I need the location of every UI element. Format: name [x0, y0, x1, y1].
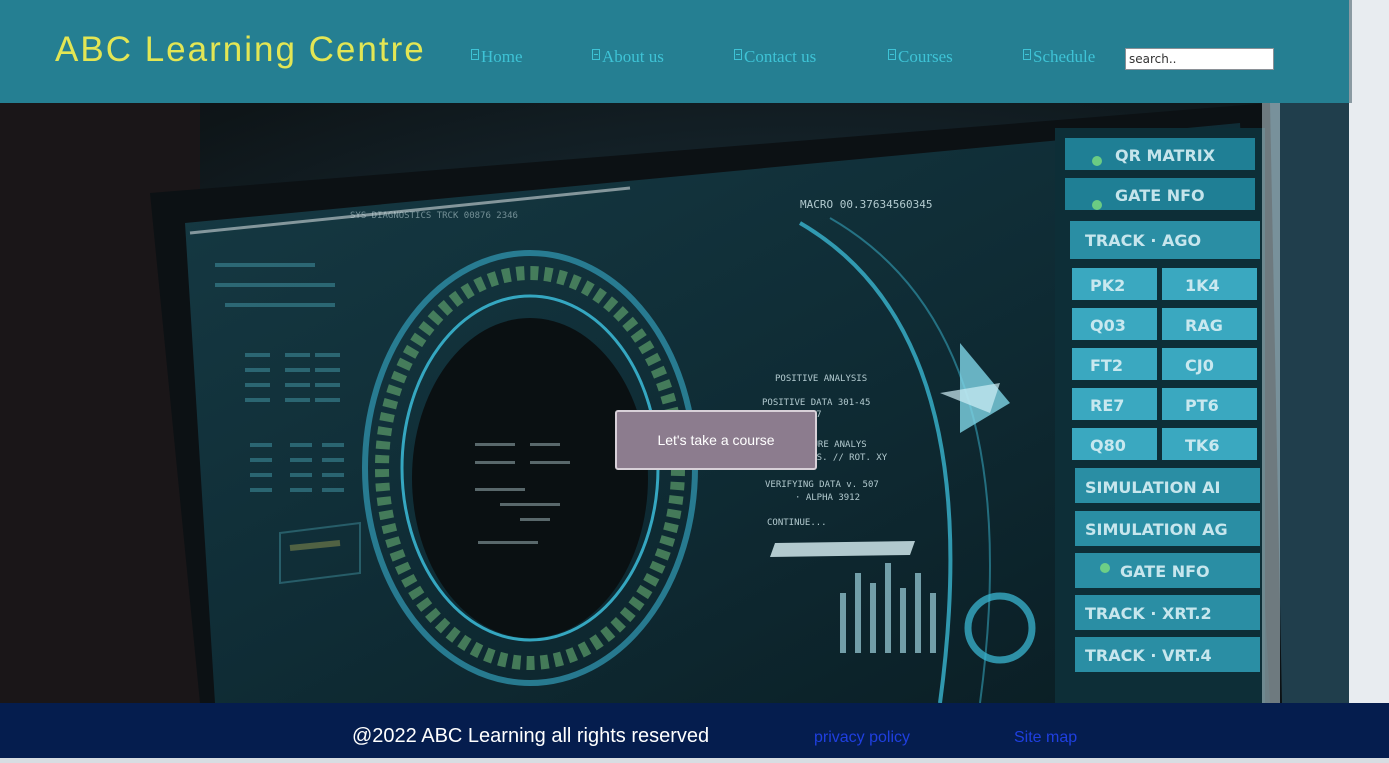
- page: ABC Learning Centre Home About us Contac…: [0, 0, 1389, 763]
- footer-bottom-strip: [0, 758, 1389, 763]
- nav-courses-label: Courses: [898, 47, 953, 66]
- hero-banner: MACRO 00.37634560345 SYS DIAGNOSTICS TRC…: [0, 103, 1349, 703]
- nav-about-us[interactable]: About us: [592, 47, 664, 67]
- take-course-button[interactable]: Let's take a course: [615, 410, 817, 470]
- nav-home-label: Home: [481, 47, 523, 66]
- page-icon: [734, 48, 742, 60]
- search-input[interactable]: [1125, 48, 1274, 70]
- privacy-policy-link[interactable]: privacy policy: [814, 729, 910, 747]
- nav-home[interactable]: Home: [471, 47, 523, 67]
- nav-schedule-label: Schedule: [1033, 47, 1096, 66]
- nav-courses[interactable]: Courses: [888, 47, 953, 67]
- nav-contact-us[interactable]: Contact us: [734, 47, 816, 67]
- page-icon: [592, 48, 600, 60]
- nav-contact-us-label: Contact us: [744, 47, 817, 66]
- site-header: ABC Learning Centre Home About us Contac…: [0, 0, 1349, 103]
- nav-schedule[interactable]: Schedule: [1023, 47, 1095, 67]
- page-icon: [1023, 48, 1031, 60]
- hero-monitor-illustration: MACRO 00.37634560345 SYS DIAGNOSTICS TRC…: [0, 103, 1349, 703]
- page-icon: [471, 48, 479, 60]
- nav-about-us-label: About us: [602, 47, 664, 66]
- page-icon: [888, 48, 896, 60]
- copyright-text: @2022 ABC Learning all rights reserved: [352, 725, 710, 747]
- site-map-link[interactable]: Site map: [1014, 729, 1077, 747]
- scrollbar-edge: [1349, 0, 1352, 103]
- site-logo[interactable]: ABC Learning Centre: [55, 30, 426, 70]
- site-footer: @2022 ABC Learning all rights reserved p…: [0, 703, 1389, 758]
